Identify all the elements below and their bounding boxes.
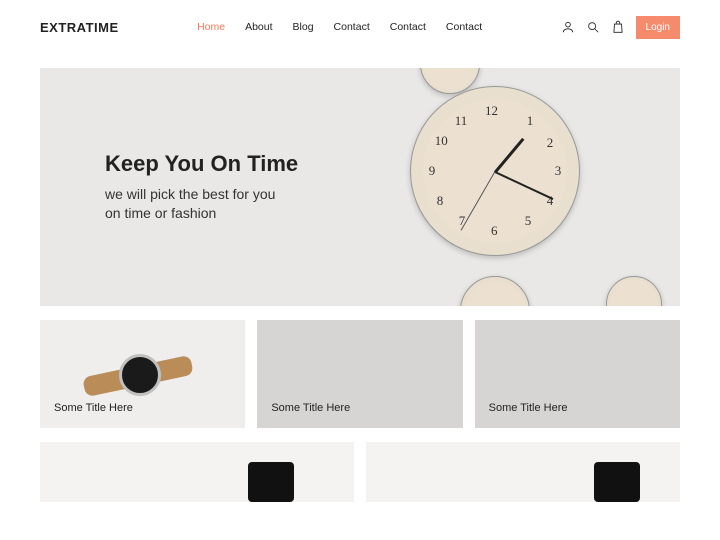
nav: Home About Blog Contact Contact Contact <box>197 21 482 33</box>
feature-card[interactable]: Some Title Here <box>40 320 245 428</box>
hero-sub-line2: on time or fashion <box>105 204 298 223</box>
brand-logo[interactable]: EXTRATIME <box>40 20 119 35</box>
product-card[interactable] <box>40 442 354 502</box>
nav-blog[interactable]: Blog <box>293 21 314 33</box>
hero: Keep You On Time we will pick the best f… <box>40 68 680 306</box>
nav-contact-3[interactable]: Contact <box>446 21 482 33</box>
nav-contact-2[interactable]: Contact <box>390 21 426 33</box>
header-actions: Login <box>561 16 680 39</box>
user-icon[interactable] <box>561 20 575 34</box>
bag-icon[interactable] <box>611 20 625 34</box>
card-title: Some Title Here <box>271 402 350 414</box>
feature-card[interactable]: Some Title Here <box>257 320 462 428</box>
hero-text: Keep You On Time we will pick the best f… <box>40 151 298 223</box>
header: EXTRATIME Home About Blog Contact Contac… <box>40 0 680 54</box>
login-button[interactable]: Login <box>636 16 680 39</box>
nav-home[interactable]: Home <box>197 21 225 33</box>
hero-subtitle: we will pick the best for you on time or… <box>105 185 298 223</box>
clock-main-icon: 12 3 6 9 1 2 4 5 7 8 10 11 <box>410 86 580 256</box>
clock-decor-icon <box>606 276 662 306</box>
nav-about[interactable]: About <box>245 21 272 33</box>
product-row <box>40 442 680 502</box>
watch-icon <box>83 340 193 410</box>
card-title: Some Title Here <box>54 402 133 414</box>
feature-card[interactable]: Some Title Here <box>475 320 680 428</box>
hero-title: Keep You On Time <box>105 151 298 177</box>
nav-contact[interactable]: Contact <box>334 21 370 33</box>
watch-icon <box>248 462 294 502</box>
clock-decor-icon <box>460 276 530 306</box>
card-title: Some Title Here <box>489 402 568 414</box>
product-card[interactable] <box>366 442 680 502</box>
search-icon[interactable] <box>586 20 600 34</box>
watch-icon <box>594 462 640 502</box>
hero-sub-line1: we will pick the best for you <box>105 185 298 204</box>
feature-cards: Some Title Here Some Title Here Some Tit… <box>40 320 680 428</box>
